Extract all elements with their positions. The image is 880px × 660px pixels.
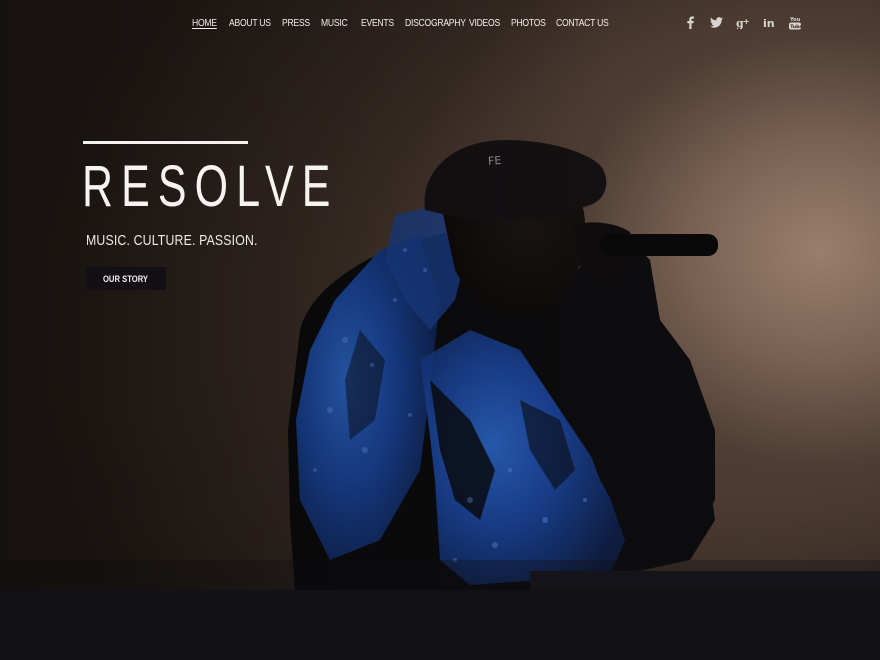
svg-text:Tube: Tube bbox=[790, 24, 801, 30]
our-story-button[interactable]: OUR STORY bbox=[86, 267, 166, 290]
performer-photo: FE bbox=[0, 140, 880, 590]
main-navigation: HOME ABOUT US PRESS MUSIC EVENTS DISCOGR… bbox=[192, 17, 609, 31]
svg-text:in: in bbox=[763, 17, 775, 29]
nav-press[interactable]: PRESS bbox=[282, 17, 316, 31]
stage-edge bbox=[530, 571, 880, 590]
linkedin-icon[interactable]: in bbox=[760, 15, 777, 30]
cap-text: FE bbox=[488, 154, 502, 168]
facebook-icon[interactable] bbox=[682, 15, 699, 30]
svg-text:You: You bbox=[789, 17, 801, 23]
nav-photos[interactable]: PHOTOS bbox=[511, 17, 550, 31]
page-title: RESOLVE bbox=[82, 154, 339, 219]
nav-about-us[interactable]: ABOUT US bbox=[229, 17, 275, 31]
title-rule bbox=[83, 141, 248, 144]
microphone bbox=[600, 234, 718, 256]
twitter-icon[interactable] bbox=[708, 15, 725, 30]
nav-contact-us[interactable]: CONTACT US bbox=[556, 17, 609, 31]
footer-band bbox=[0, 590, 880, 660]
social-links: g + in You Tube bbox=[682, 15, 803, 30]
youtube-icon[interactable]: You Tube bbox=[786, 15, 803, 30]
nav-discography[interactable]: DISCOGRAPHY bbox=[405, 17, 466, 31]
nav-home[interactable]: HOME bbox=[192, 17, 224, 31]
tagline: MUSIC. CULTURE. PASSION. bbox=[86, 232, 258, 249]
svg-text:+: + bbox=[743, 17, 750, 26]
hero-section: FE bbox=[0, 0, 880, 590]
nav-music[interactable]: MUSIC bbox=[321, 17, 355, 31]
nav-videos[interactable]: VIDEOS bbox=[469, 17, 505, 31]
performer-cap bbox=[424, 140, 607, 220]
google-plus-icon[interactable]: g + bbox=[734, 15, 751, 30]
our-story-label: OUR STORY bbox=[103, 273, 149, 284]
nav-events[interactable]: EVENTS bbox=[361, 17, 399, 31]
